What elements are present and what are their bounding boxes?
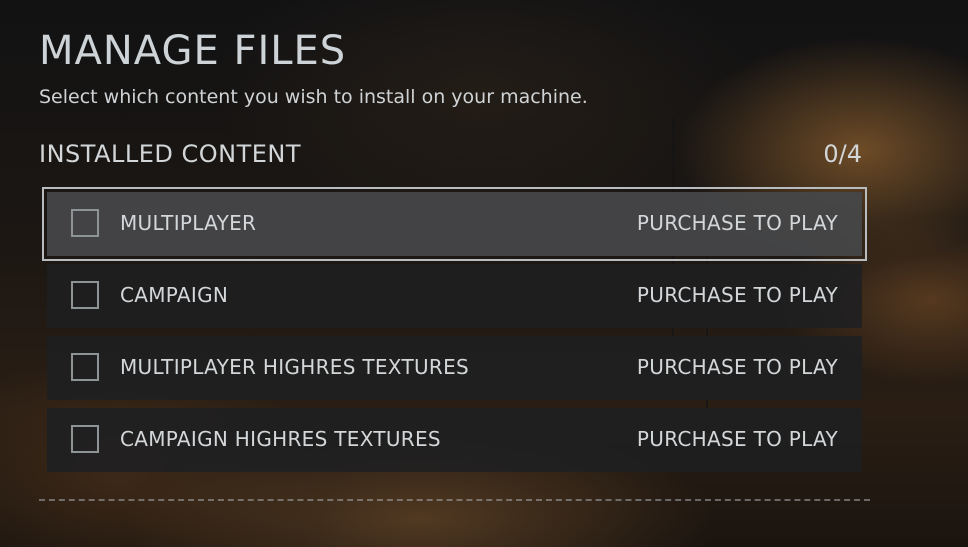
content-item-campaign-highres-textures[interactable]: CAMPAIGN HIGHRES TEXTURES PURCHASE TO PL… <box>47 408 862 472</box>
content-item-status: PURCHASE TO PLAY <box>636 427 838 451</box>
checkbox[interactable] <box>71 425 99 453</box>
content-item-status: PURCHASE TO PLAY <box>636 211 838 235</box>
footer-divider <box>39 499 870 501</box>
content-item-label: MULTIPLAYER <box>120 211 257 235</box>
content-item-status: PURCHASE TO PLAY <box>636 283 838 307</box>
content-item-label: CAMPAIGN HIGHRES TEXTURES <box>120 427 441 451</box>
page-title: MANAGE FILES <box>39 28 347 74</box>
content-item-status: PURCHASE TO PLAY <box>636 355 838 379</box>
page-subtitle: Select which content you wish to install… <box>39 86 588 108</box>
content-item-multiplayer-highres-textures[interactable]: MULTIPLAYER HIGHRES TEXTURES PURCHASE TO… <box>47 336 862 400</box>
installed-count: 0/4 <box>823 140 862 168</box>
section-header: INSTALLED CONTENT 0/4 <box>39 140 862 170</box>
content-item-label: MULTIPLAYER HIGHRES TEXTURES <box>120 355 470 379</box>
checkbox[interactable] <box>71 353 99 381</box>
content-item-campaign[interactable]: CAMPAIGN PURCHASE TO PLAY <box>47 264 862 328</box>
background-beam <box>706 230 708 430</box>
content-item-label: CAMPAIGN <box>120 283 229 307</box>
content-item-multiplayer[interactable]: MULTIPLAYER PURCHASE TO PLAY <box>42 187 867 261</box>
checkbox[interactable] <box>71 209 99 237</box>
section-title: INSTALLED CONTENT <box>39 140 302 168</box>
checkbox[interactable] <box>71 281 99 309</box>
